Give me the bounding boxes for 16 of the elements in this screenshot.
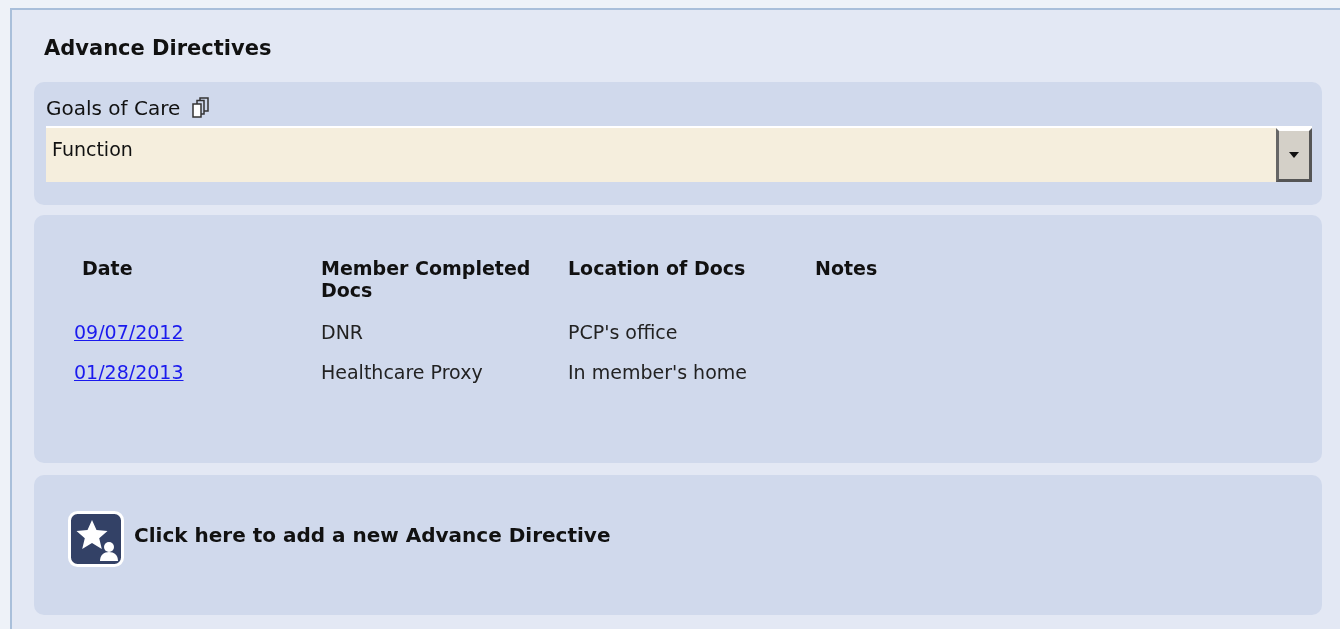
date-link[interactable]: 09/07/2012 [74,321,184,343]
copy-icon[interactable] [192,97,211,119]
column-header: Location of Docs [568,257,747,279]
date-link[interactable]: 01/28/2013 [74,361,184,383]
section-title: Advance Directives [44,36,272,60]
column-header: Member Completed Docs [321,257,532,301]
table-cell: PCP's office [568,321,678,343]
column-header: Notes [815,257,879,279]
star-person-icon[interactable] [68,511,124,567]
column-header: Date [82,257,134,279]
caret-icon [1289,152,1299,158]
table-cell: DNR [321,321,364,343]
field-label: Goals of Care [46,96,181,120]
add-directive-link[interactable]: Click here to add a new Advance Directive [134,523,611,547]
table-cell: Healthcare Proxy [321,361,483,383]
table-cell: In member's home [568,361,747,383]
